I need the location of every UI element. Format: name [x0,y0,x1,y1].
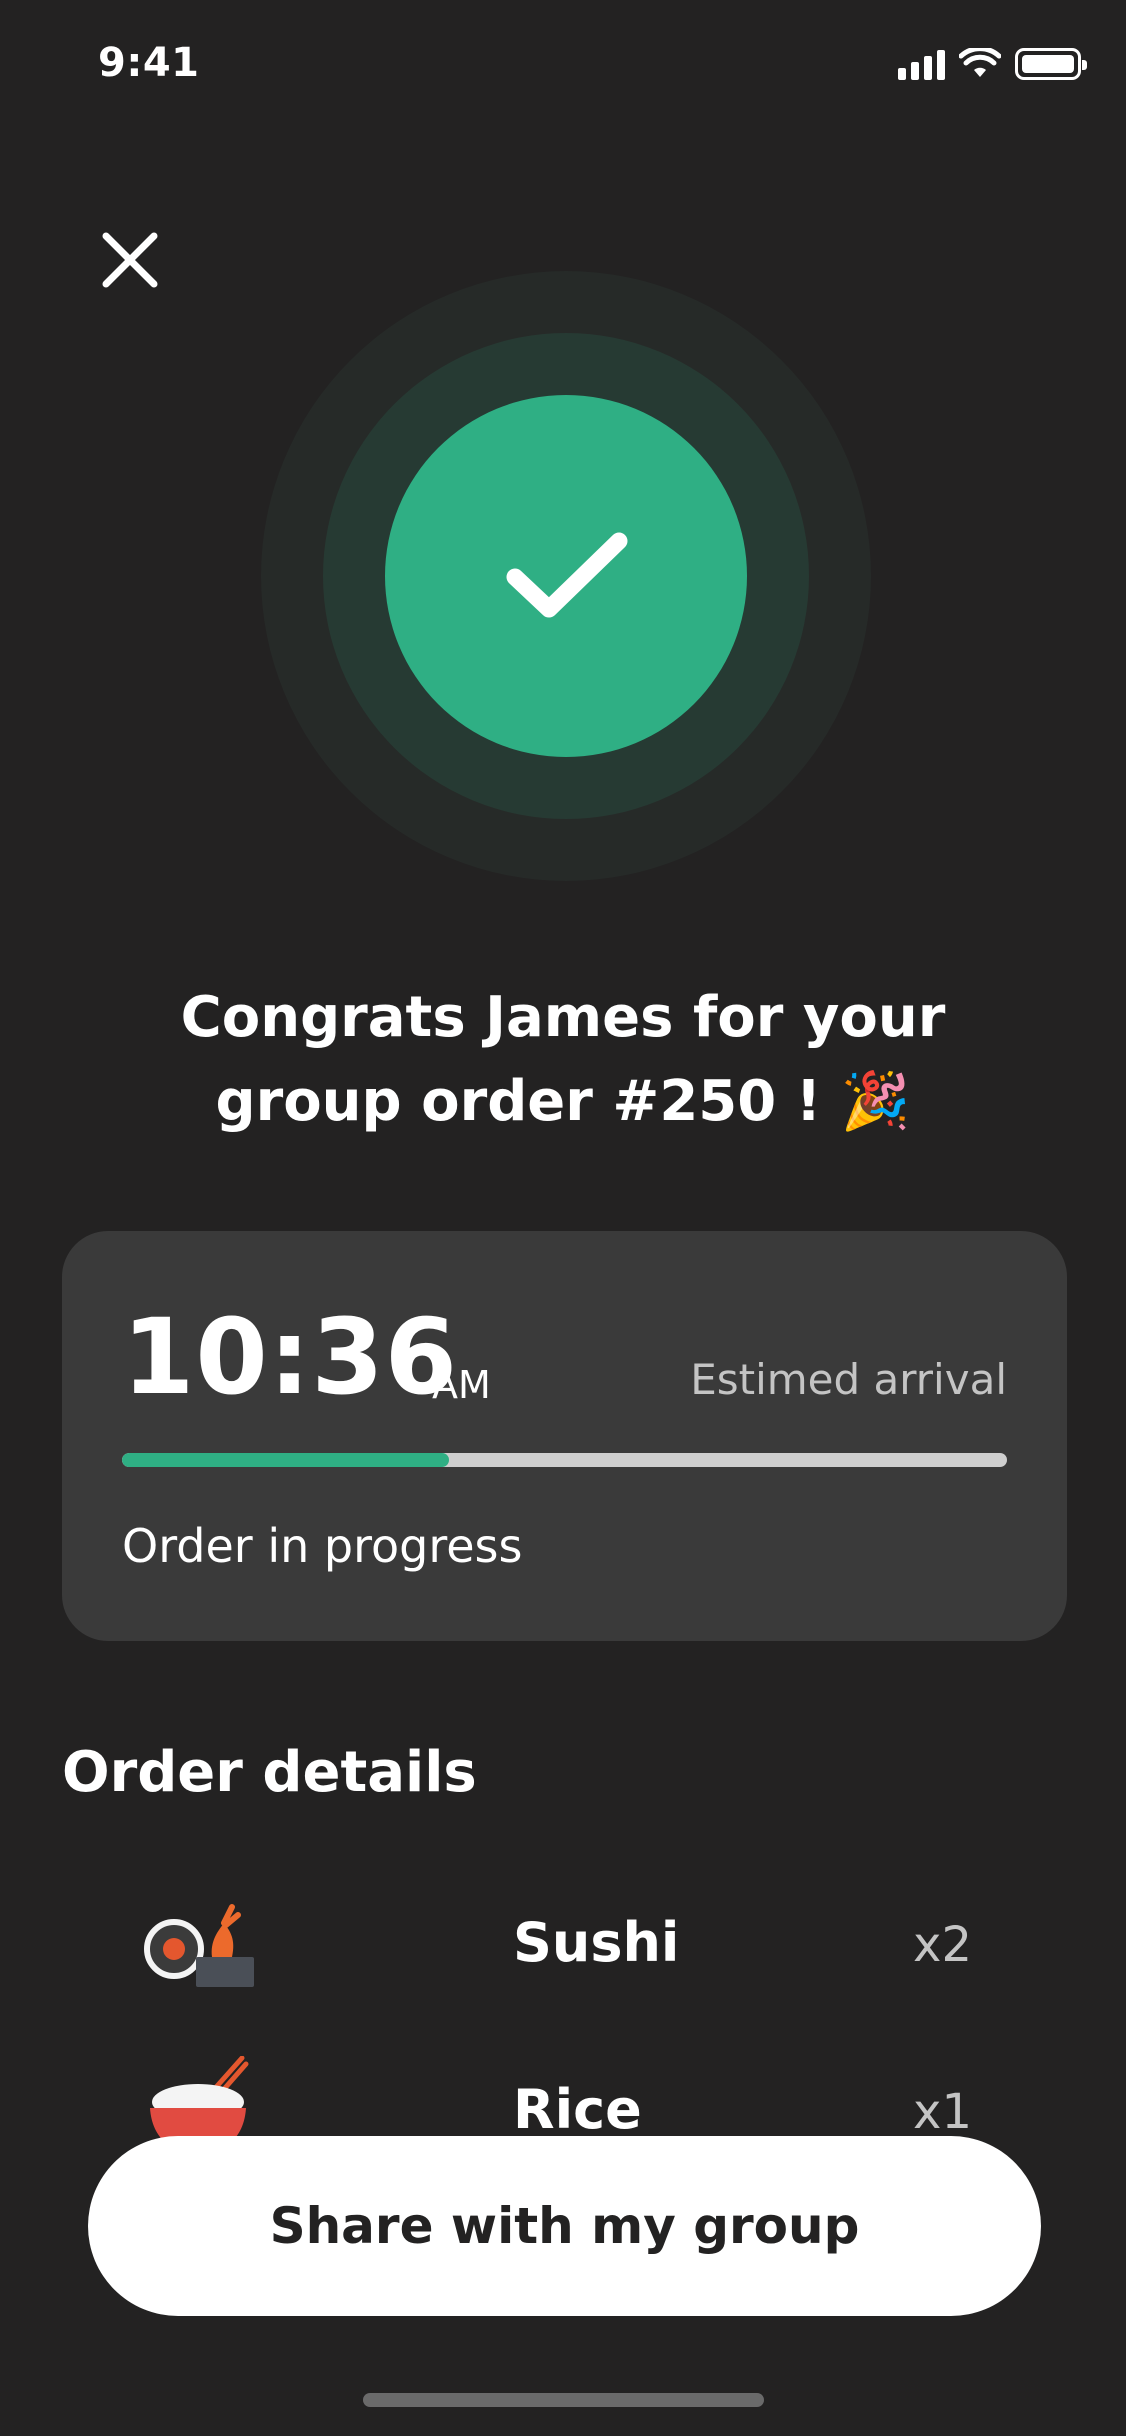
eta-label: Estimed arrival [690,1355,1007,1404]
item-quantity: x1 [913,2084,972,2140]
order-status: Order in progress [122,1519,523,1573]
status-time: 9:41 [98,40,200,86]
order-progress-fill [122,1453,450,1467]
checkmark-icon [506,532,628,618]
eta-time: 10:36 [122,1296,459,1418]
eta-ampm: AM [432,1363,491,1407]
congrats-line-1: Congrats James for your [180,985,946,1050]
share-with-group-button[interactable]: Share with my group [88,2136,1041,2316]
status-icons [898,48,1087,80]
order-progress-bar [122,1453,1007,1467]
party-popper-icon: 🎉 [840,1069,911,1134]
item-name: Sushi [513,1911,680,1974]
item-quantity: x2 [913,1917,972,1973]
congrats-message: Congrats James for your group order #250… [60,976,1066,1144]
congrats-line-2: group order #250 ! 🎉 [60,1060,1066,1144]
close-button[interactable] [98,228,162,292]
order-item: Sushi x2 [0,1893,1126,2003]
eta-card: 10:36 AM Estimed arrival Order in progre… [62,1231,1067,1641]
order-details-title: Order details [62,1740,477,1805]
signal-icon [898,48,945,80]
close-icon [102,232,158,288]
congrats-line-2-text: group order #250 ! [215,1069,822,1134]
battery-icon [1015,48,1087,80]
sushi-icon [144,1904,254,1987]
wifi-icon [959,48,1001,77]
home-indicator[interactable] [363,2393,764,2407]
order-confirmation-screen: 9:41 Congrats James for your group order… [0,0,1126,2436]
item-name: Rice [513,2078,642,2141]
